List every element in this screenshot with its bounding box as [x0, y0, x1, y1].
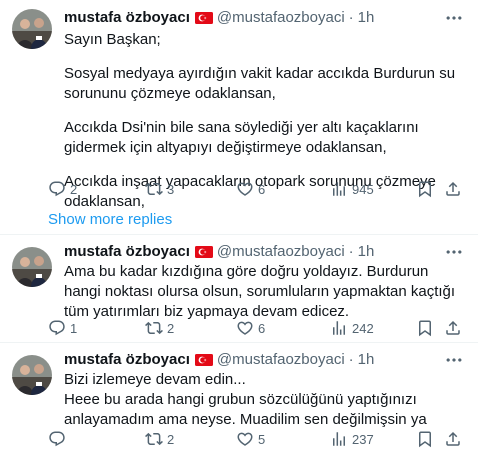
like-count: 5: [258, 431, 266, 447]
reply-icon: [48, 319, 66, 337]
tweet-3[interactable]: mustafa özboyacı @mustafaozboyaci · 1h B…: [0, 343, 478, 461]
bookmark-icon: [416, 319, 434, 337]
repost-icon: [145, 430, 163, 448]
repost-icon: [145, 180, 163, 198]
show-more-replies-link[interactable]: Show more replies: [48, 209, 172, 231]
repost-button[interactable]: 2: [145, 429, 174, 449]
author-handle[interactable]: @mustafaozboyaci: [217, 242, 345, 262]
tweet-2[interactable]: mustafa özboyacı @mustafaozboyaci · 1h A…: [0, 235, 478, 340]
bookmark-button[interactable]: [416, 429, 434, 449]
turkey-flag-icon: [195, 354, 213, 366]
views-icon: [330, 430, 348, 448]
turkey-flag-icon: [195, 246, 213, 258]
more-icon[interactable]: [444, 8, 464, 28]
timestamp[interactable]: 1h: [358, 8, 375, 28]
separator: ·: [348, 351, 354, 368]
reply-button[interactable]: 2: [48, 179, 77, 199]
repost-icon: [145, 319, 163, 337]
like-icon: [236, 180, 254, 198]
like-icon: [236, 319, 254, 337]
views-button[interactable]: 242: [330, 318, 374, 338]
turkey-flag-icon: [195, 12, 213, 24]
view-count: 237: [352, 431, 374, 447]
repost-count: 3: [167, 181, 175, 197]
timestamp[interactable]: 1h: [358, 242, 375, 262]
bookmark-icon: [416, 430, 434, 448]
tweet-paragraph: Accıkda Dsi'nin bile sana söylediği yer …: [64, 119, 419, 156]
separator: ·: [348, 9, 354, 26]
tweet-actions: 1 2 6 242: [48, 318, 460, 338]
avatar[interactable]: [12, 247, 52, 287]
avatar[interactable]: [12, 9, 52, 49]
bookmark-icon: [416, 180, 434, 198]
bookmark-button[interactable]: [416, 318, 434, 338]
repost-count: 2: [167, 320, 175, 336]
like-button[interactable]: 6: [236, 179, 265, 199]
like-icon: [236, 430, 254, 448]
reply-icon: [48, 180, 66, 198]
tweet-paragraph: Ama bu kadar kızdığına göre doğru yolday…: [64, 263, 456, 320]
share-button[interactable]: [444, 318, 462, 338]
views-button[interactable]: 945: [330, 179, 374, 199]
tweet-actions: 2 5 237: [48, 429, 460, 449]
share-button[interactable]: [444, 429, 462, 449]
repost-button[interactable]: 2: [145, 318, 174, 338]
tweet-header: mustafa özboyacı @mustafaozboyaci · 1h: [64, 350, 374, 370]
author-name[interactable]: mustafa özboyacı: [64, 242, 190, 262]
reply-count: 2: [70, 181, 78, 197]
tweet-paragraph: Sayın Başkan;: [64, 31, 161, 48]
tweet-actions: 2 3 6 945: [48, 179, 460, 199]
like-count: 6: [258, 181, 266, 197]
views-button[interactable]: 237: [330, 429, 374, 449]
author-name[interactable]: mustafa özboyacı: [64, 350, 190, 370]
like-count: 6: [258, 320, 266, 336]
reply-count: 1: [70, 320, 78, 336]
view-count: 945: [352, 181, 374, 197]
reply-button[interactable]: 1: [48, 318, 77, 338]
author-name[interactable]: mustafa özboyacı: [64, 8, 190, 28]
share-icon: [444, 319, 462, 337]
avatar[interactable]: [12, 355, 52, 395]
tweet-paragraph: Bizi izlemeye devam edin...: [64, 371, 246, 388]
reply-button[interactable]: [48, 429, 70, 449]
tweet-paragraph: Sosyal medyaya ayırdığın vakit kadar acc…: [64, 65, 456, 102]
separator: ·: [348, 243, 354, 260]
tweet-header: mustafa özboyacı @mustafaozboyaci · 1h: [64, 8, 374, 28]
tweet-paragraph: Heee bu arada hangi grubun sözcülüğünü y…: [64, 391, 427, 428]
timestamp[interactable]: 1h: [358, 350, 375, 370]
tweet-text: Bizi izlemeye devam edin... Heee bu arad…: [64, 370, 460, 430]
views-icon: [330, 180, 348, 198]
tweet-1[interactable]: mustafa özboyacı @mustafaozboyaci · 1h S…: [0, 0, 478, 232]
views-icon: [330, 319, 348, 337]
repost-button[interactable]: 3: [145, 179, 174, 199]
bookmark-button[interactable]: [416, 179, 434, 199]
view-count: 242: [352, 320, 374, 336]
author-handle[interactable]: @mustafaozboyaci: [217, 350, 345, 370]
tweet-header: mustafa özboyacı @mustafaozboyaci · 1h: [64, 242, 374, 262]
share-button[interactable]: [444, 179, 462, 199]
repost-count: 2: [167, 431, 175, 447]
share-icon: [444, 430, 462, 448]
more-icon[interactable]: [444, 242, 464, 262]
more-icon[interactable]: [444, 350, 464, 370]
reply-icon: [48, 430, 66, 448]
share-icon: [444, 180, 462, 198]
author-handle[interactable]: @mustafaozboyaci: [217, 8, 345, 28]
tweet-text: Ama bu kadar kızdığına göre doğru yolday…: [64, 262, 460, 322]
like-button[interactable]: 6: [236, 318, 265, 338]
like-button[interactable]: 5: [236, 429, 265, 449]
